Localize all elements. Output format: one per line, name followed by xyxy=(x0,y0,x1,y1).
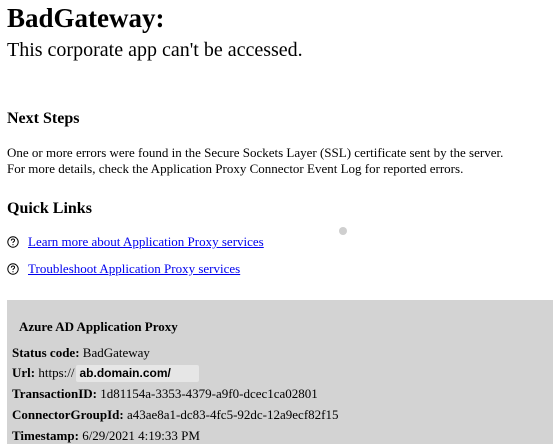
url-row: Url: https://ab.domain.com/ xyxy=(12,364,199,382)
timestamp-label: Timestamp: xyxy=(12,428,79,443)
connector-group-id-value: a43ae8a1-dc83-4fc5-92dc-12a9ecf82f15 xyxy=(126,407,339,422)
timestamp-row: Timestamp: 6/29/2021 4:19:33 PM xyxy=(12,427,200,444)
transaction-id-label: TransactionID: xyxy=(12,386,97,401)
next-steps-description: One or more errors were found in the Sec… xyxy=(7,145,547,177)
connector-group-id-row: ConnectorGroupId: a43ae8a1-dc83-4fc5-92d… xyxy=(12,406,338,423)
loading-indicator xyxy=(339,227,347,235)
url-scheme: https:// xyxy=(38,365,75,380)
learn-more-link[interactable]: Learn more about Application Proxy servi… xyxy=(28,234,264,250)
timestamp-value: 6/29/2021 4:19:33 PM xyxy=(82,428,200,443)
status-code-value: BadGateway xyxy=(82,345,150,360)
next-steps-line: For more details, check the Application … xyxy=(7,161,464,176)
url-label: Url: xyxy=(12,365,36,380)
troubleshoot-link[interactable]: Troubleshoot Application Proxy services xyxy=(28,261,240,277)
quick-link-item: Learn more about Application Proxy servi… xyxy=(7,233,264,251)
next-steps-line: One or more errors were found in the Sec… xyxy=(7,145,504,160)
panel-title: Azure AD Application Proxy xyxy=(19,319,178,334)
page-title: BadGateway: xyxy=(7,3,165,33)
connector-group-id-label: ConnectorGroupId: xyxy=(12,407,124,422)
url-host: ab.domain.com/ xyxy=(76,365,199,382)
quick-link-item: Troubleshoot Application Proxy services xyxy=(7,260,240,278)
help-circle-icon xyxy=(7,236,19,248)
quick-links-heading: Quick Links xyxy=(7,200,92,217)
help-circle-icon xyxy=(7,263,19,275)
next-steps-heading: Next Steps xyxy=(7,110,80,127)
transaction-id-row: TransactionID: 1d81154a-3353-4379-a9f0-d… xyxy=(12,385,318,402)
error-page: BadGateway: This corporate app can't be … xyxy=(0,0,553,444)
status-code-label: Status code: xyxy=(12,345,80,360)
page-subtitle: This corporate app can't be accessed. xyxy=(7,39,303,61)
transaction-id-value: 1d81154a-3353-4379-a9f0-dcec1ca02801 xyxy=(100,386,318,401)
status-code-row: Status code: BadGateway xyxy=(12,344,150,361)
